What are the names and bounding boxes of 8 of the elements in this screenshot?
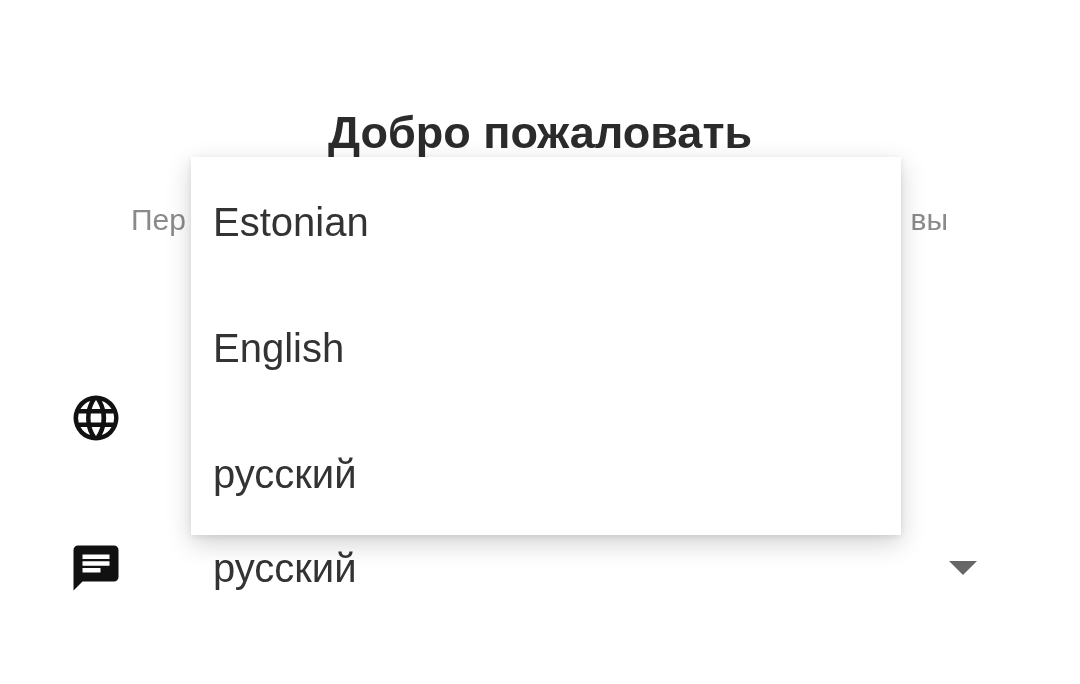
subtitle-text: вы xyxy=(910,202,948,238)
menu-item[interactable]: English xyxy=(191,285,901,411)
caret-icon[interactable] xyxy=(949,561,977,575)
welcome-title: Добро пожаловать xyxy=(326,106,754,160)
subtitle-text: Пер xyxy=(131,202,186,238)
menu-item[interactable]: русский xyxy=(191,411,901,537)
dropdown-value[interactable]: русский xyxy=(213,545,357,591)
menu-item[interactable]: Estonian xyxy=(191,159,901,285)
